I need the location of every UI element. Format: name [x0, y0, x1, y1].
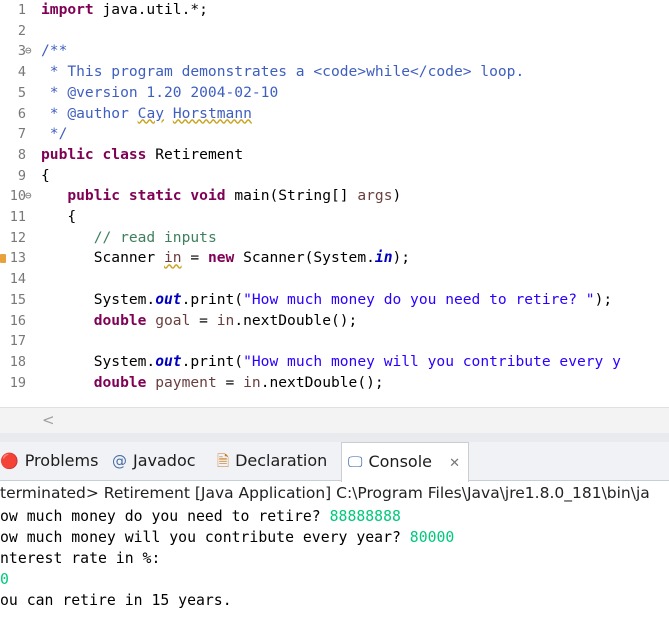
- code-line[interactable]: 13 Scanner in = new Scanner(System.in);: [0, 248, 669, 269]
- code-text: double payment = in.nextDouble();: [93, 373, 384, 391]
- code-line[interactable]: 7 */: [0, 124, 669, 145]
- code-line[interactable]: 5 * @version 1.20 2004-02-10: [0, 83, 669, 104]
- console-line: ow much money will you contribute every …: [0, 529, 455, 546]
- code-text: /**: [41, 42, 68, 60]
- console-line: 0: [0, 571, 9, 588]
- code-text: System.out.print("How much money will yo…: [41, 352, 621, 370]
- line-number: 15: [9, 291, 26, 308]
- tab-declaration[interactable]: 🗎 Declaration: [217, 442, 327, 480]
- code-text: * @version 1.20 2004-02-10: [41, 83, 279, 101]
- code-line[interactable]: 14: [0, 269, 669, 290]
- code-line[interactable]: 9{: [0, 166, 669, 187]
- line-number: 13: [9, 250, 26, 267]
- code-line[interactable]: 4 * This program demonstrates a <code>wh…: [0, 62, 669, 83]
- code-line[interactable]: 19 double payment = in.nextDouble();: [0, 373, 669, 394]
- fold-toggle-icon[interactable]: ⊖: [25, 186, 32, 207]
- close-icon[interactable]: ✕: [449, 456, 460, 471]
- code-line[interactable]: 8 public class Retirement: [0, 145, 669, 166]
- line-number: 12: [9, 229, 26, 246]
- line-number: 19: [9, 374, 26, 391]
- code-text: * This program demonstrates a <code>whil…: [41, 63, 525, 81]
- horizontal-scrollbar[interactable]: <: [0, 407, 669, 434]
- tab-problems-label: Problems: [24, 451, 99, 470]
- line-number: 11: [9, 209, 26, 225]
- code-line[interactable]: 10 ⊖ public static void main(String[] arg…: [0, 186, 669, 207]
- tab-javadoc-label: Javadoc: [133, 451, 196, 470]
- line-number: 8: [17, 146, 26, 163]
- console-icon: 🖵: [348, 453, 363, 471]
- javadoc-icon: @: [112, 452, 127, 470]
- tab-javadoc[interactable]: @ Javadoc: [112, 442, 196, 480]
- line-number: 4: [17, 64, 26, 81]
- code-line[interactable]: 6 * @author Cay Horstmann: [0, 104, 669, 125]
- code-text: System.out.print("How much money do you …: [41, 290, 613, 308]
- code-editor[interactable]: 1 import java.util.*; 2 3 ⊖/** 4 * This progr…: [0, 0, 669, 433]
- line-number: 17: [9, 333, 26, 350]
- code-line[interactable]: 11 {: [0, 207, 669, 228]
- line-number: 3: [17, 43, 26, 60]
- code-line[interactable]: 1 import java.util.*;: [0, 0, 669, 21]
- code-line[interactable]: 3 ⊖ /**: [0, 41, 669, 62]
- line-number: 2: [17, 22, 26, 39]
- code-line[interactable]: 18 System.out.print("How much money will…: [0, 352, 669, 373]
- code-text: public static void main(String[] args): [67, 187, 402, 205]
- line-number: 16: [9, 312, 26, 329]
- code-text: {: [41, 208, 77, 225]
- code-text: {: [41, 166, 50, 184]
- code-line[interactable]: 16 double goal = in.nextDouble();: [0, 311, 669, 332]
- bottom-panel-tabbar: 🔴 Problems @ Javadoc 🗎 Declaration 🖵 Console…: [0, 442, 669, 482]
- console-line: ow much money do you need to retire? 888…: [0, 508, 401, 525]
- console-status-header: terminated> Retirement [Java Application…: [0, 484, 650, 502]
- scroll-left-arrow-icon[interactable]: <: [42, 411, 55, 429]
- code-text: Scanner in = new Scanner(System.in);: [41, 249, 411, 267]
- code-text: public class Retirement: [41, 145, 244, 163]
- line-number: 18: [9, 353, 26, 370]
- declaration-icon: 🗎: [217, 452, 230, 470]
- tab-problems[interactable]: 🔴 Problems: [0, 442, 98, 480]
- panel-divider[interactable]: [0, 433, 669, 442]
- tab-console[interactable]: 🖵 Console ✕: [341, 442, 469, 482]
- problems-icon: 🔴: [0, 452, 19, 470]
- code-line[interactable]: 15 System.out.print("How much money do y…: [0, 290, 669, 311]
- code-text: * @author Cay Horstmann: [41, 104, 252, 122]
- line-number: 1: [17, 2, 26, 18]
- tab-declaration-label: Declaration: [235, 451, 328, 470]
- console-line: nterest rate in %:: [0, 550, 161, 567]
- code-text: // read inputs: [93, 228, 217, 246]
- line-number: 10: [9, 188, 26, 205]
- line-number: 7: [17, 126, 26, 143]
- fold-toggle-icon[interactable]: ⊖: [25, 41, 32, 62]
- console-output[interactable]: ow much money do you need to retire? 888…: [0, 506, 669, 634]
- code-text: */: [41, 125, 68, 143]
- line-number: 14: [9, 271, 26, 288]
- code-line[interactable]: 17: [0, 331, 669, 352]
- line-number: 5: [17, 84, 26, 101]
- code-line[interactable]: 12 // read inputs: [0, 228, 669, 249]
- tab-console-label: Console: [368, 452, 432, 471]
- code-text: double goal = in.nextDouble();: [93, 311, 358, 329]
- line-number: 9: [17, 167, 26, 184]
- console-line: ou can retire in 15 years.: [0, 592, 232, 609]
- line-number: 6: [17, 105, 26, 122]
- code-line[interactable]: 2: [0, 21, 669, 42]
- code-text: import java.util.*;: [41, 1, 208, 18]
